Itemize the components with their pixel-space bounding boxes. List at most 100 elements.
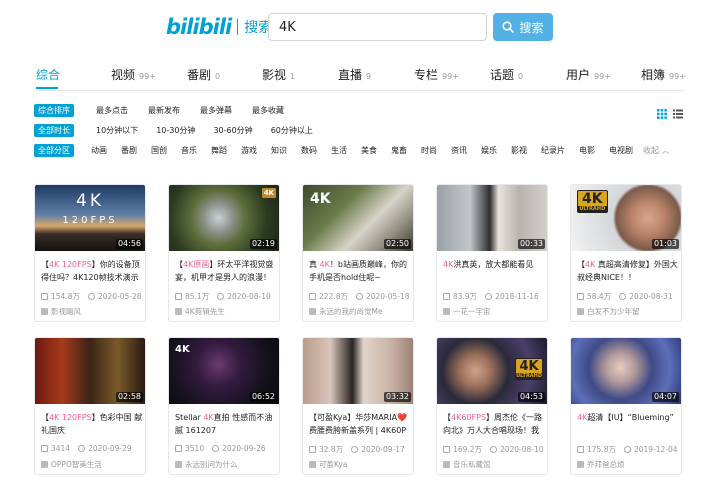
video-title[interactable]: 4K超清【IU】“Blueming” bbox=[577, 411, 681, 437]
video-author[interactable]: 一花一宇宙 bbox=[443, 306, 491, 317]
video-card[interactable]: 03:32 【可盈Kya】华莎MARIA❤️费腰费胯新盖系列 | 4K60P 3… bbox=[302, 337, 414, 475]
video-thumbnail[interactable]: 4K 06:52 bbox=[169, 338, 279, 404]
video-author[interactable]: 永远别问为什么 bbox=[175, 459, 238, 470]
filter-sort-newest[interactable]: 最新发布 bbox=[148, 105, 180, 116]
video-thumbnail[interactable]: 03:32 bbox=[303, 338, 413, 404]
video-author[interactable]: 白发不为少年留 bbox=[577, 306, 640, 317]
clock-icon bbox=[619, 293, 627, 300]
video-title[interactable]: Stellar 4K直拍 性感而不油腻 161207 bbox=[175, 411, 279, 437]
video-stats: 85.1万 2020-08-10 bbox=[175, 291, 279, 302]
search-button-label: 搜索 bbox=[519, 20, 544, 35]
tab-live[interactable]: 直播 9 bbox=[338, 66, 371, 83]
filter-duration-over-60[interactable]: 60分钟以上 bbox=[271, 125, 313, 136]
filter-zone-documentary[interactable]: 纪录片 bbox=[541, 145, 565, 156]
video-title[interactable]: 【4K60FPS】周杰伦《一路向北》万人大合唱现场！我 bbox=[443, 411, 547, 437]
video-stats: 3414 2020-09-29 bbox=[41, 444, 145, 453]
thumbnail-fps-text: 120FPS bbox=[62, 215, 118, 226]
video-author[interactable]: 影视飓风 bbox=[41, 306, 81, 317]
tab-articles[interactable]: 专栏 99+ bbox=[414, 66, 459, 83]
filter-zone-fashion[interactable]: 时尚 bbox=[421, 145, 437, 156]
filter-collapse-toggle[interactable]: 收起 ︿ bbox=[643, 145, 670, 156]
tab-all[interactable]: 综合 bbox=[36, 66, 60, 83]
filter-zone-knowledge[interactable]: 知识 bbox=[271, 145, 287, 156]
video-thumbnail[interactable]: 02:58 bbox=[35, 338, 145, 404]
video-thumbnail[interactable]: 4K 120FPS 04:56 bbox=[35, 185, 145, 251]
filter-zone-film-tv[interactable]: 影视 bbox=[511, 145, 527, 156]
video-thumbnail[interactable]: 4K ULTRAHD 01:03 bbox=[571, 185, 681, 251]
video-author[interactable]: 4K剪辑先生 bbox=[175, 306, 225, 317]
filter-zone-life[interactable]: 生活 bbox=[331, 145, 347, 156]
filter-zone-news[interactable]: 资讯 bbox=[451, 145, 467, 156]
filter-sort-clicks[interactable]: 最多点击 bbox=[96, 105, 128, 116]
grid-view-icon[interactable] bbox=[657, 104, 667, 123]
search-input-value: 4K bbox=[279, 19, 296, 35]
video-card[interactable]: 4K ULTRAHD 01:03 【4K 真超高清修复】外国大叔经典NICE！！… bbox=[570, 184, 682, 322]
tab-video[interactable]: 视频 99+ bbox=[111, 66, 156, 83]
video-thumbnail[interactable]: 4K 02:19 bbox=[169, 185, 279, 251]
clock-icon bbox=[78, 445, 86, 452]
video-card[interactable]: 4K ULTRAHD 04:53 【4K60FPS】周杰伦《一路向北》万人大合唱… bbox=[436, 337, 548, 475]
video-thumbnail[interactable]: 4K 02:50 bbox=[303, 185, 413, 251]
video-thumbnail[interactable]: 00:33 bbox=[437, 185, 547, 251]
video-title[interactable]: 真 4K！b站画质巅峰，你的手机是否hold住呢~ bbox=[309, 258, 413, 284]
tab-bangumi[interactable]: 番剧 0 bbox=[187, 66, 220, 83]
filter-zone-food[interactable]: 美食 bbox=[361, 145, 377, 156]
video-author[interactable]: 永远的我的尚觉Me bbox=[309, 306, 383, 317]
filter-zone-entertainment[interactable]: 娱乐 bbox=[481, 145, 497, 156]
video-stats: 58.4万 2020-08-31 bbox=[577, 291, 681, 302]
uploader-icon bbox=[41, 461, 48, 468]
filter-zone-guochuang[interactable]: 国创 bbox=[151, 145, 167, 156]
video-card[interactable]: 00:33 4K洪真英，放大都能看见 83.9万 2018-11-16 一花一宇… bbox=[436, 184, 548, 322]
filter-zone-tv-series[interactable]: 电视剧 bbox=[609, 145, 633, 156]
filter-zone-movie[interactable]: 电影 bbox=[579, 145, 595, 156]
uploader-icon bbox=[175, 461, 182, 468]
filter-duration-all[interactable]: 全部时长 bbox=[34, 123, 74, 137]
filter-sort-danmaku[interactable]: 最多弹幕 bbox=[200, 105, 232, 116]
chevron-up-icon: ︿ bbox=[661, 145, 670, 155]
thumbnail-4k-badge: 4K ULTRAHD bbox=[515, 358, 543, 380]
video-title[interactable]: 【4K原画】环太平洋视觉盛宴，机甲才是男人的浪漫！ bbox=[175, 258, 279, 284]
list-view-icon[interactable] bbox=[673, 104, 683, 123]
thumbnail-4k-badge: 4K bbox=[261, 188, 276, 198]
filter-duration-under-10[interactable]: 10分钟以下 bbox=[96, 125, 138, 136]
search-button[interactable]: 搜索 bbox=[493, 13, 553, 41]
video-author[interactable]: OPPO智美生活 bbox=[41, 459, 102, 470]
filter-zone-all[interactable]: 全部分区 bbox=[34, 143, 74, 157]
video-thumbnail[interactable]: 4K ULTRAHD 04:53 bbox=[437, 338, 547, 404]
video-title[interactable]: 【4K 120FPS】色彩中国 献礼国庆 bbox=[41, 411, 145, 437]
filter-zone-digital[interactable]: 数码 bbox=[301, 145, 317, 156]
video-duration: 04:07 bbox=[651, 392, 679, 402]
tab-users[interactable]: 用户 99+ bbox=[566, 66, 611, 83]
video-card[interactable]: 02:58 【4K 120FPS】色彩中国 献礼国庆 3414 2020-09-… bbox=[34, 337, 146, 475]
video-card[interactable]: 4K 02:19 【4K原画】环太平洋视觉盛宴，机甲才是男人的浪漫！ 85.1万… bbox=[168, 184, 280, 322]
video-thumbnail[interactable]: 04:07 bbox=[571, 338, 681, 404]
bilibili-logo[interactable]: bilibili 搜索 bbox=[166, 15, 272, 39]
video-title[interactable]: 【可盈Kya】华莎MARIA❤️费腰费胯新盖系列 | 4K60P bbox=[309, 411, 413, 437]
filter-duration-10-30[interactable]: 10-30分钟 bbox=[156, 125, 195, 136]
tab-topics[interactable]: 话题 0 bbox=[490, 66, 523, 83]
filter-zone-bangumi[interactable]: 番剧 bbox=[121, 145, 137, 156]
video-author[interactable]: 可盈Kya bbox=[309, 459, 347, 470]
filter-zone-dance[interactable]: 舞蹈 bbox=[211, 145, 227, 156]
video-title[interactable]: 4K洪真英，放大都能看见 bbox=[443, 258, 547, 284]
filter-zone-game[interactable]: 游戏 bbox=[241, 145, 257, 156]
video-title[interactable]: 【4K 120FPS】你的设备顶得住吗？4K120帧技术演示 bbox=[41, 258, 145, 284]
filter-zone-kichiku[interactable]: 鬼畜 bbox=[391, 145, 407, 156]
tab-movies-tv[interactable]: 影视 1 bbox=[262, 66, 295, 83]
video-card[interactable]: 4K 06:52 Stellar 4K直拍 性感而不油腻 161207 3510… bbox=[168, 337, 280, 475]
video-card[interactable]: 04:07 4K超清【IU】“Blueming” 175.8万 2019-12-… bbox=[570, 337, 682, 475]
filter-sort-default[interactable]: 综合排序 bbox=[34, 103, 74, 117]
tab-albums[interactable]: 相簿 99+ bbox=[641, 66, 686, 83]
video-author[interactable]: 乔拜爸总烦 bbox=[577, 459, 625, 470]
filter-zone-animation[interactable]: 动画 bbox=[91, 145, 107, 156]
filter-duration-30-60[interactable]: 30-60分钟 bbox=[213, 125, 252, 136]
video-card[interactable]: 4K 120FPS 04:56 【4K 120FPS】你的设备顶得住吗？4K12… bbox=[34, 184, 146, 322]
video-title[interactable]: 【4K 真超高清修复】外国大叔经典NICE！！ bbox=[577, 258, 681, 284]
clock-icon bbox=[212, 445, 220, 452]
search-input[interactable]: 4K bbox=[268, 13, 487, 41]
play-count-icon bbox=[443, 293, 450, 300]
filter-sort-favorites[interactable]: 最多收藏 bbox=[252, 105, 284, 116]
video-card[interactable]: 4K 02:50 真 4K！b站画质巅峰，你的手机是否hold住呢~ 222.8… bbox=[302, 184, 414, 322]
video-author[interactable]: 音乐私藏馆 bbox=[443, 459, 491, 470]
filter-zone-music[interactable]: 音乐 bbox=[181, 145, 197, 156]
